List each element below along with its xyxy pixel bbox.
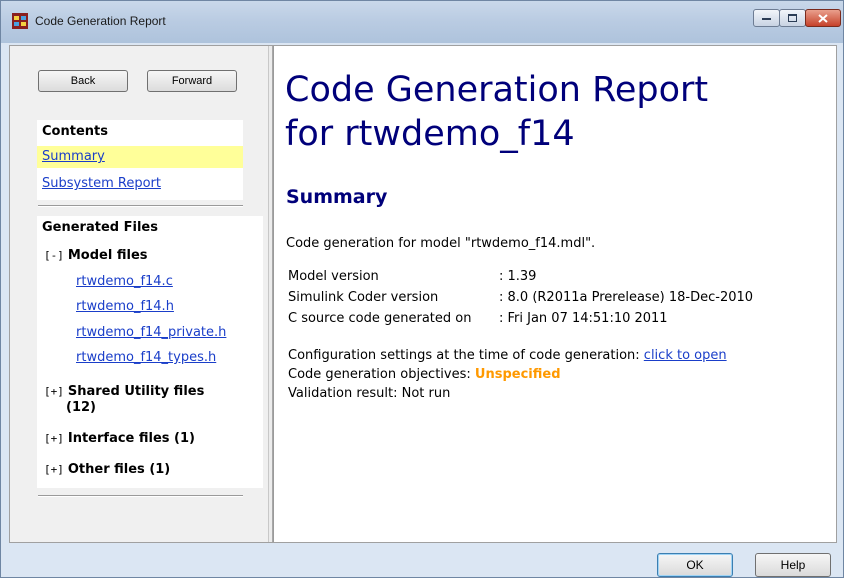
- click-to-open-link[interactable]: click to open: [644, 348, 727, 363]
- validation-text: Validation result: Not run: [288, 386, 451, 401]
- minimize-button[interactable]: [753, 9, 780, 27]
- row-value: : 1.39: [499, 269, 537, 284]
- simulink-app-icon: [12, 13, 28, 29]
- expand-toggle[interactable]: [+]: [44, 463, 64, 476]
- config-line: Configuration settings at the time of co…: [288, 348, 727, 363]
- back-button[interactable]: Back: [38, 70, 128, 92]
- close-icon: [806, 10, 840, 26]
- window-title: Code Generation Report: [35, 14, 166, 28]
- maximize-icon: [780, 10, 805, 26]
- group-label: Shared Utility files: [67, 384, 205, 399]
- maximize-button[interactable]: [779, 9, 806, 27]
- generated-files-panel: Generated Files [-] Model files rtwdemo_f…: [37, 216, 263, 488]
- forward-button[interactable]: Forward: [147, 70, 237, 92]
- nav-summary-item[interactable]: Summary: [37, 146, 243, 168]
- objectives-value: Unspecified: [474, 367, 561, 382]
- minimize-icon: [754, 10, 779, 26]
- dialog-client-area: Back Forward Contents Summary Subsystem …: [9, 45, 837, 543]
- model-files-group[interactable]: [-] Model files: [44, 248, 148, 263]
- report-title-line2: for rtwdemo_f14: [285, 114, 575, 154]
- expand-toggle[interactable]: [+]: [44, 432, 64, 445]
- ok-button[interactable]: OK: [657, 553, 733, 577]
- report-content: Code Generation Report for rtwdemo_f14 S…: [273, 46, 836, 542]
- help-button[interactable]: Help: [755, 553, 831, 577]
- contents-panel: Contents Summary Subsystem Report: [37, 120, 243, 200]
- subsystem-report-link[interactable]: Subsystem Report: [42, 176, 161, 191]
- generated-files-heading: Generated Files: [42, 220, 158, 235]
- other-files-group[interactable]: [+] Other files (1): [44, 462, 170, 477]
- intro-text: Code generation for model "rtwdemo_f14.m…: [286, 236, 596, 251]
- group-label: Other files (1): [67, 462, 171, 477]
- close-button[interactable]: [805, 9, 841, 27]
- navigation-pane: Back Forward Contents Summary Subsystem …: [10, 46, 268, 542]
- group-label: Model files: [67, 248, 148, 263]
- divider: [38, 205, 243, 207]
- row-value: : Fri Jan 07 14:51:10 2011: [499, 311, 668, 326]
- title-bar: Code Generation Report: [1, 1, 843, 43]
- row-value: : 8.0 (R2011a Prerelease) 18-Dec-2010: [499, 290, 754, 305]
- group-label: Interface files (1): [67, 431, 195, 446]
- file-link[interactable]: rtwdemo_f14.c: [76, 274, 173, 289]
- config-text: Configuration settings at the time of co…: [288, 348, 644, 363]
- interface-files-group[interactable]: [+] Interface files (1): [44, 431, 195, 446]
- objectives-line: Code generation objectives: Unspecified: [288, 367, 561, 382]
- collapse-toggle[interactable]: [-]: [44, 249, 64, 262]
- expand-toggle[interactable]: [+]: [44, 385, 64, 398]
- row-label: Model version: [288, 269, 379, 284]
- report-title-line1: Code Generation Report: [285, 70, 709, 110]
- file-link[interactable]: rtwdemo_f14_types.h: [76, 350, 216, 365]
- contents-heading: Contents: [42, 124, 108, 139]
- row-label: C source code generated on: [288, 311, 472, 326]
- shared-utility-files-group[interactable]: [+] Shared Utility files: [44, 384, 204, 399]
- objectives-text: Code generation objectives:: [288, 367, 475, 382]
- section-heading: Summary: [286, 186, 388, 208]
- summary-link[interactable]: Summary: [42, 149, 105, 164]
- report-window: Code Generation Report Back Forward Cont…: [0, 0, 844, 578]
- row-label: Simulink Coder version: [288, 290, 439, 305]
- file-link[interactable]: rtwdemo_f14.h: [76, 299, 174, 314]
- report-title: Code Generation Report for rtwdemo_f14: [285, 68, 815, 156]
- file-link[interactable]: rtwdemo_f14_private.h: [76, 325, 226, 340]
- group-count: (12): [66, 400, 96, 415]
- divider: [38, 495, 243, 497]
